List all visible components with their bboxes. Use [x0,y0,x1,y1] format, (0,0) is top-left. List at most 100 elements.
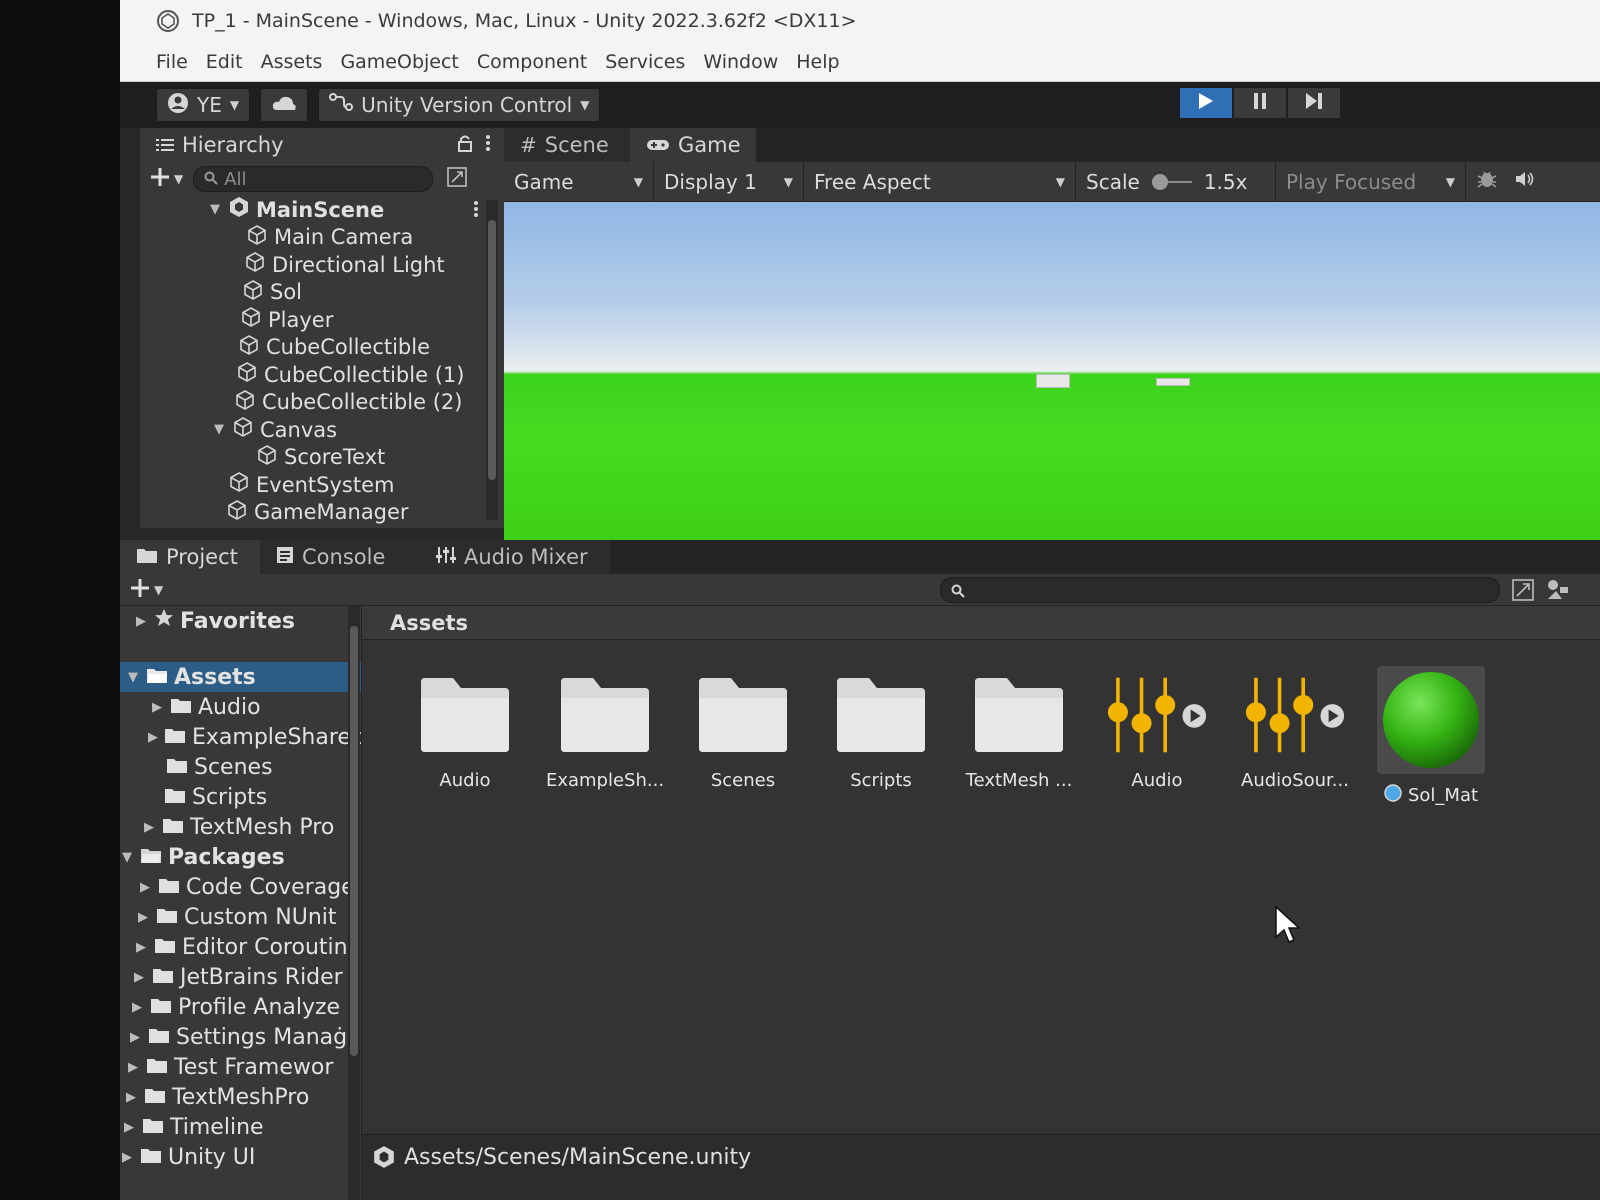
expand-arrow-icon[interactable]: ▼ [126,670,140,685]
hierarchy-item[interactable]: ▼ Canvas [140,416,490,444]
menu-help[interactable]: Help [796,51,839,73]
tab-project[interactable]: Project [120,540,260,574]
hierarchy-item[interactable]: CubeCollectible (2) [140,389,490,417]
aspect-dropdown[interactable]: Free Aspect ▼ [804,161,1076,202]
play-button[interactable] [1180,88,1232,118]
project-search-input[interactable] [940,577,1500,603]
lock-icon[interactable] [458,134,472,156]
package-row[interactable]: ▶ Code Coveragе [120,872,361,902]
expand-arrow-icon[interactable]: ▶ [128,1030,142,1045]
hierarchy-item[interactable]: Main Camera [140,224,490,252]
asset-folder[interactable]: TextMesh ... [954,670,1084,791]
game-viewport[interactable] [504,202,1600,540]
asset-folder[interactable]: Scripts [816,670,946,791]
folder-row[interactable]: ▶ ExampleSharec [120,722,361,752]
maximize-icon[interactable] [447,167,468,191]
asset-audio-mixer[interactable]: Audio [1092,670,1222,791]
menu-file[interactable]: File [156,51,188,73]
cloud-button[interactable] [260,88,309,122]
display-dropdown[interactable]: Display 1 ▼ [654,161,804,202]
hierarchy-item[interactable]: CubeCollectible [140,334,490,362]
expand-arrow-icon[interactable]: ▶ [122,1120,136,1135]
menu-gameobject[interactable]: GameObject [340,51,458,73]
expand-arrow-icon[interactable]: ▼ [208,202,222,217]
folder-tree-scrollbar[interactable] [348,606,360,1200]
game-mode-dropdown[interactable]: Game ▼ [504,161,654,202]
scene-root-row[interactable]: ▼ MainScene [140,196,490,224]
breadcrumb-assets[interactable]: Assets [390,611,468,635]
package-row[interactable]: ▶ JetBrains Rider [120,962,361,992]
speaker-icon[interactable] [1514,169,1536,194]
menu-assets[interactable]: Assets [261,51,323,73]
hierarchy-item[interactable]: ScoreText [140,444,490,472]
packages-root-row[interactable]: ▼ Packages [120,842,361,872]
package-row[interactable]: ▶ Timeline [120,1112,361,1142]
folder-row[interactable]: ▶ TextMesh Pro [120,812,361,842]
expand-arrow-icon[interactable]: ▶ [142,820,156,835]
hierarchy-item[interactable]: Sol [140,279,490,307]
folder-row[interactable]: Scenes [120,752,361,782]
hierarchy-item[interactable]: GameManager [140,499,490,527]
assets-root-row[interactable]: ▼ Assets [120,662,361,692]
menu-window[interactable]: Window [703,51,778,73]
menu-services[interactable]: Services [605,51,685,73]
hierarchy-item[interactable]: Player [140,306,490,334]
expand-arrow-icon[interactable]: ▼ [120,850,134,865]
version-control-dropdown[interactable]: Unity Version Control ▼ [318,88,601,122]
expand-arrow-icon[interactable]: ▶ [132,970,146,985]
pause-button[interactable] [1234,88,1286,118]
expand-arrow-icon[interactable]: ▶ [150,700,164,715]
kebab-menu-icon[interactable] [474,198,478,222]
package-row[interactable]: ▶ Unity UI [120,1142,361,1172]
expand-arrow-icon[interactable]: ▶ [136,910,150,925]
asset-folder[interactable]: Scenes [678,670,808,791]
expand-arrow-icon[interactable]: ▶ [126,1060,140,1075]
filter-label-icon[interactable] [1546,579,1570,605]
asset-material[interactable]: Sol_Mat [1366,666,1496,807]
expand-arrow-icon[interactable]: ▶ [134,940,148,955]
account-dropdown[interactable]: YE ▼ [156,88,251,122]
package-row[interactable]: ▶ TextMeshPro [120,1082,361,1112]
favorites-row[interactable]: ▶ Favorites [120,606,361,636]
expand-arrow-icon[interactable]: ▶ [120,1150,134,1165]
package-row[interactable]: ▶ Test Framewor [120,1052,361,1082]
kebab-menu-icon[interactable] [486,135,490,155]
step-button[interactable] [1288,88,1340,118]
expand-arrow-icon[interactable]: ▶ [124,1090,138,1105]
folder-row[interactable]: Scripts [120,782,361,812]
scale-slider[interactable] [1151,173,1192,190]
tab-console[interactable]: Console [260,540,420,574]
asset-folder[interactable]: ExampleSh... [540,670,670,791]
hierarchy-scroll-thumb[interactable] [488,220,496,480]
tab-game[interactable]: Game [630,128,756,162]
tab-scene[interactable]: # Scene [504,128,630,162]
add-object-button[interactable]: ▼ [150,167,183,191]
expand-arrow-icon[interactable]: ▶ [148,730,158,745]
search-by-type-icon[interactable] [1512,579,1534,605]
play-mode-dropdown[interactable]: Play Focused ▼ [1276,161,1466,202]
hierarchy-item[interactable]: CubeCollectible (1) [140,361,490,389]
tab-audio-mixer[interactable]: Audio Mixer [420,540,610,574]
expand-arrow-icon[interactable]: ▶ [130,1000,144,1015]
bug-icon[interactable] [1476,168,1498,195]
hierarchy-search-input[interactable]: All [193,166,434,192]
folder-row[interactable]: ▶ Audio [120,692,361,722]
package-row[interactable]: ▶ Settings Manaġ [120,1022,361,1052]
asset-folder[interactable]: Audio [400,670,530,791]
tab-hierarchy[interactable]: Hierarchy [140,128,300,162]
menu-component[interactable]: Component [477,51,587,73]
expand-arrow-icon[interactable]: ▼ [212,422,226,437]
menu-edit[interactable]: Edit [206,51,243,73]
package-row[interactable]: ▶ Editor Coroutin [120,932,361,962]
create-asset-button[interactable]: ▼ [130,578,163,602]
hierarchy-item[interactable]: Directional Light [140,251,490,279]
scale-slider-handle[interactable] [1151,173,1168,190]
package-row[interactable]: ▶ Profile Analyze [120,992,361,1022]
hierarchy-scrollbar[interactable] [486,200,498,520]
expand-arrow-icon[interactable]: ▶ [138,880,152,895]
folder-tree-scroll-thumb[interactable] [350,626,358,1056]
asset-audio-mixer[interactable]: AudioSour... [1230,670,1360,791]
package-row[interactable]: ▶ Custom NUnit [120,902,361,932]
expand-arrow-icon[interactable]: ▶ [134,614,148,629]
hierarchy-item[interactable]: EventSystem [140,471,490,499]
